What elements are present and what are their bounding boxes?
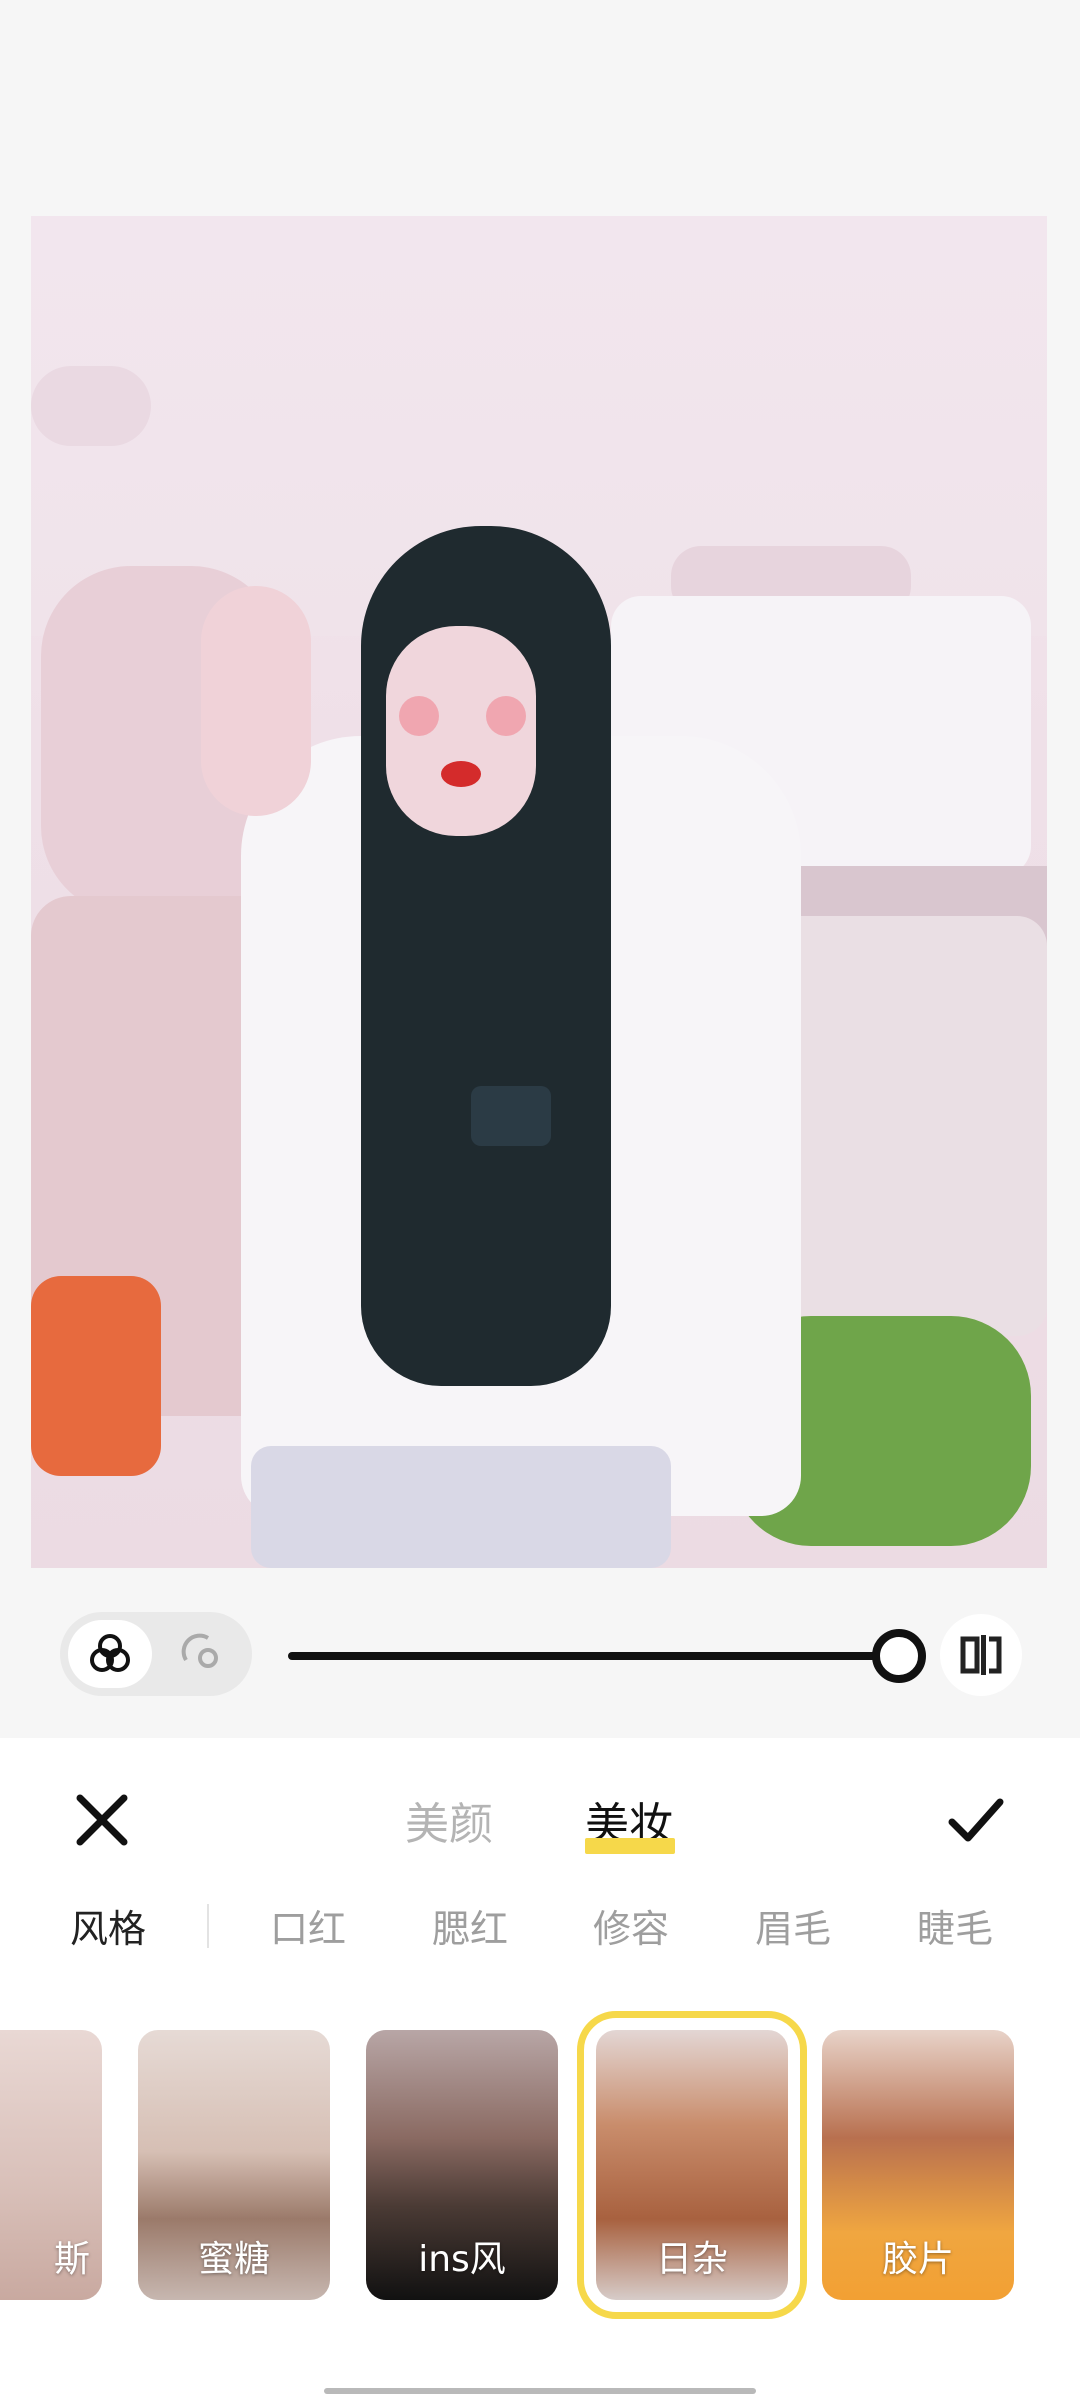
intensity-slider-thumb[interactable] [872, 1629, 926, 1683]
home-indicator[interactable] [324, 2388, 756, 2394]
style-label: 胶片 [881, 2239, 954, 2280]
style-label: 蜜糖 [197, 2239, 270, 2280]
tab-beauty[interactable]: 美颜 [405, 1788, 493, 1852]
style-label: ins风 [418, 2239, 506, 2280]
makeup-panel: 美颜 美妆 风格 口红 腮红 修容 眉毛 睫毛 斯 蜜糖 ins风 日杂 胶片 [0, 1738, 1080, 2400]
style-label: 日杂 [655, 2239, 728, 2280]
category-eyebrow[interactable]: 眉毛 [755, 1898, 831, 1953]
category-style[interactable]: 风格 [70, 1898, 146, 1953]
face-overlap-icon[interactable] [68, 1620, 152, 1688]
intensity-slider-row [0, 1600, 1080, 1710]
style-label: 斯 [53, 2239, 90, 2280]
category-eyelash[interactable]: 睫毛 [917, 1898, 993, 1953]
style-card-selected[interactable]: 日杂 [577, 2011, 807, 2319]
category-blush[interactable]: 腮红 [432, 1898, 508, 1953]
intensity-slider-track[interactable] [288, 1652, 900, 1660]
compare-icon[interactable] [940, 1614, 1022, 1696]
category-lipstick[interactable]: 口红 [270, 1898, 346, 1953]
photo-preview[interactable] [31, 216, 1047, 1568]
tab-active-indicator [585, 1838, 675, 1854]
style-card[interactable]: 斯 [0, 2030, 102, 2300]
face-mode-toggle[interactable] [60, 1612, 252, 1696]
style-card[interactable]: ins风 [366, 2030, 558, 2300]
category-contour[interactable]: 修容 [593, 1898, 669, 1953]
style-card[interactable]: 胶片 [822, 2030, 1014, 2300]
check-icon[interactable] [944, 1788, 1008, 1852]
close-icon[interactable] [70, 1788, 134, 1852]
style-carousel: 斯 蜜糖 ins风 日杂 胶片 [0, 2011, 1080, 2319]
style-card[interactable]: 蜜糖 [138, 2030, 330, 2300]
category-divider [207, 1904, 209, 1948]
face-scan-icon[interactable] [160, 1620, 244, 1688]
